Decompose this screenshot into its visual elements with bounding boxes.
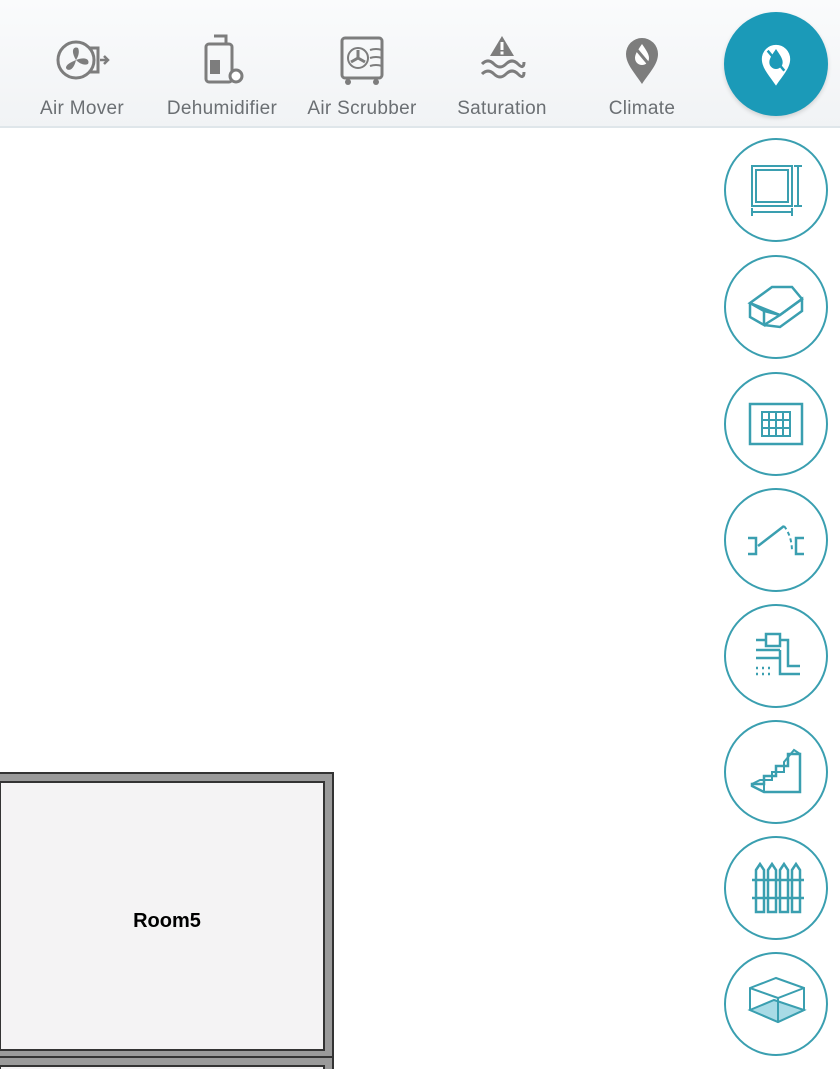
- dehumidifier-icon: [204, 34, 244, 84]
- air-mover-tool[interactable]: Air Mover: [12, 30, 152, 128]
- room-floor: Room5: [0, 781, 325, 1051]
- fence-icon: [752, 861, 804, 914]
- stairs-icon: [750, 748, 802, 794]
- dehumidifier-tool[interactable]: Dehumidifier: [152, 30, 292, 128]
- tool-label: Air Mover: [40, 98, 124, 119]
- air-scrubber-tool[interactable]: Air Scrubber: [292, 30, 432, 128]
- add-door-button[interactable]: [724, 488, 828, 592]
- door-icon: [748, 525, 804, 556]
- equipment-toolbar: Air Mover Dehumidifier Air Scrubber Satu…: [0, 0, 840, 128]
- add-structure-button[interactable]: [724, 255, 828, 359]
- climate-tool[interactable]: Climate: [572, 30, 712, 128]
- moisture-map-button[interactable]: [724, 12, 828, 116]
- tool-label: Air Scrubber: [307, 98, 417, 119]
- air-mover-icon: [56, 40, 110, 80]
- add-window-button[interactable]: [724, 372, 828, 476]
- add-fence-button[interactable]: [724, 836, 828, 940]
- room-dimensions-icon: [751, 165, 802, 216]
- room-dimensions-button[interactable]: [724, 138, 828, 242]
- room[interactable]: Room5: [0, 772, 334, 1060]
- plumbing-icon: [756, 632, 800, 676]
- air-scrubber-icon: [340, 36, 384, 85]
- adjacent-room[interactable]: [0, 1056, 334, 1069]
- room-label: Room5: [133, 909, 201, 932]
- moisture-drop-pin-icon: [761, 44, 791, 86]
- saturation-icon: [480, 36, 526, 79]
- house-icon: [747, 285, 804, 329]
- floor-plan-editor: Air Mover Dehumidifier Air Scrubber Satu…: [0, 0, 840, 1069]
- window-icon: [748, 402, 804, 446]
- add-floor-button[interactable]: [724, 952, 828, 1056]
- floor-box-icon: [747, 976, 807, 1024]
- climate-icon: [626, 38, 658, 84]
- room-floor: [0, 1065, 325, 1069]
- saturation-tool[interactable]: Saturation: [432, 30, 572, 128]
- tool-label: Climate: [608, 98, 676, 119]
- tool-label: Saturation: [457, 98, 547, 119]
- floor-plan-canvas[interactable]: Room5: [0, 130, 720, 1069]
- add-stairs-button[interactable]: [724, 720, 828, 824]
- tool-label: Dehumidifier: [166, 98, 278, 119]
- add-plumbing-button[interactable]: [724, 604, 828, 708]
